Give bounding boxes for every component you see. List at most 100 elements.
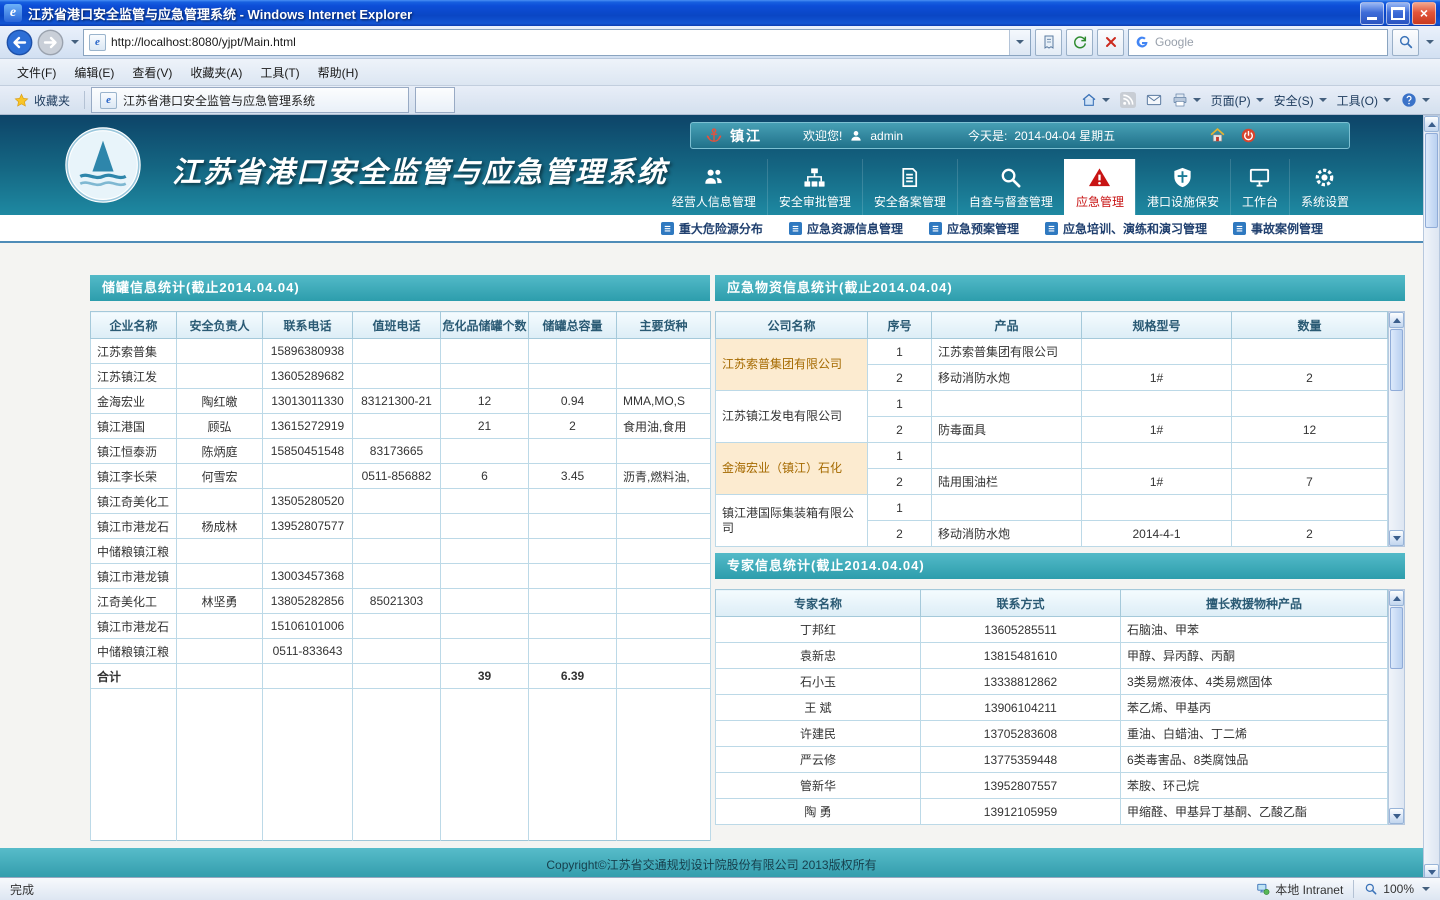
favorites-button[interactable]: 收藏夹 [6, 89, 78, 112]
table-row[interactable]: 金海宏业（镇江）石化1 [716, 443, 1388, 469]
zoom-control[interactable]: 100% [1364, 882, 1430, 896]
column-header: 主要货种 [617, 312, 711, 339]
subnav-item-1[interactable]: 应急资源信息管理 [789, 220, 903, 237]
home-shortcut-icon[interactable] [1209, 127, 1226, 144]
table-row[interactable]: 丁邦红13605285511石脑油、甲苯 [716, 617, 1388, 643]
nav-item-magnifier[interactable]: 自查与督查管理 [957, 159, 1064, 215]
close-button[interactable]: × [1412, 2, 1436, 25]
table-row[interactable]: 袁新忠13815481610甲醇、异丙醇、丙酮 [716, 643, 1388, 669]
scroll-thumb[interactable] [1425, 133, 1438, 228]
table-row[interactable]: 中储粮镇江粮 [91, 539, 711, 564]
tools-menu-button[interactable]: 工具(O) [1337, 92, 1391, 109]
menu-item-2[interactable]: 查看(V) [123, 60, 181, 85]
new-tab-stub[interactable] [415, 87, 455, 113]
table-row[interactable]: 镇江港国顾弘13615272919212食用油,食用 [91, 414, 711, 439]
url-field[interactable]: e http://localhost:8080/yjpt/Main.html [83, 29, 1031, 56]
scroll-down-button[interactable] [1389, 530, 1404, 546]
safety-menu-button[interactable]: 安全(S) [1274, 92, 1327, 109]
back-button[interactable] [6, 29, 33, 56]
forward-button[interactable] [37, 29, 64, 56]
page-scrollbar[interactable] [1423, 115, 1440, 877]
table-cell: 13952807557 [921, 773, 1121, 799]
empty-cell [263, 689, 353, 841]
window-title: 江苏省港口安全监管与应急管理系统 - Windows Internet Expl… [28, 4, 1358, 23]
page-menu-button[interactable]: 页面(P) [1211, 92, 1264, 109]
search-input[interactable]: Google [1128, 29, 1388, 56]
history-dropdown-icon[interactable] [71, 40, 79, 44]
nav-item-shield[interactable]: 港口设施保安 [1135, 159, 1230, 215]
home-button[interactable] [1081, 92, 1110, 108]
menu-item-0[interactable]: 文件(F) [8, 60, 65, 85]
table-cell [441, 639, 529, 664]
print-button[interactable] [1172, 92, 1201, 108]
feeds-button[interactable] [1120, 92, 1136, 108]
read-mail-button[interactable] [1146, 92, 1162, 108]
table-row[interactable]: 江苏索普集团有限公司1江苏索普集团有限公司 [716, 339, 1388, 365]
table-row[interactable]: 合计396.39 [91, 664, 711, 689]
nav-label: 系统设置 [1301, 193, 1349, 210]
refresh-button[interactable] [1066, 29, 1093, 56]
username: admin [870, 129, 903, 143]
table-row[interactable]: 镇江市港龙石杨成林13952807577 [91, 514, 711, 539]
nav-item-monitor[interactable]: 工作台 [1230, 159, 1289, 215]
table-row[interactable]: 严云修137753594486类毒害品、8类腐蚀品 [716, 747, 1388, 773]
menu-item-4[interactable]: 工具(T) [251, 60, 308, 85]
scroll-up-button[interactable] [1424, 116, 1439, 132]
table-cell: 1 [868, 339, 932, 365]
logout-power-icon[interactable] [1240, 127, 1257, 144]
table-row[interactable]: 江苏镇江发13605289682 [91, 364, 711, 389]
search-button[interactable] [1392, 29, 1419, 56]
table-row[interactable]: 金海宏业陶红皦1301301133083121300-21120.94MMA,M… [91, 389, 711, 414]
table-row[interactable]: 镇江奇美化工13505280520 [91, 489, 711, 514]
scroll-thumb[interactable] [1390, 607, 1403, 669]
table-cell: 3.45 [529, 464, 617, 489]
stop-button[interactable] [1097, 29, 1124, 56]
nav-item-warning[interactable]: 应急管理 [1064, 159, 1135, 215]
menu-item-1[interactable]: 编辑(E) [65, 60, 123, 85]
scroll-up-button[interactable] [1389, 590, 1404, 606]
scroll-down-button[interactable] [1389, 808, 1404, 824]
table-row[interactable]: 陶 勇13912105959甲缩醛、甲基异丁基酮、乙酸乙酯 [716, 799, 1388, 825]
compatibility-view-button[interactable] [1035, 29, 1062, 56]
table-row[interactable]: 王 斌13906104211苯乙烯、甲基丙 [716, 695, 1388, 721]
table-row[interactable]: 镇江港国际集装箱有限公司1 [716, 495, 1388, 521]
table-row[interactable]: 管新华13952807557苯胺、环己烷 [716, 773, 1388, 799]
column-header: 储罐总容量 [529, 312, 617, 339]
table-row[interactable]: 镇江市港龙镇13003457368 [91, 564, 711, 589]
nav-item-sitemap[interactable]: 安全审批管理 [767, 159, 862, 215]
nav-item-gear[interactable]: 系统设置 [1289, 159, 1360, 215]
table-row[interactable]: 石小玉133388128623类易燃液体、4类易燃固体 [716, 669, 1388, 695]
table-row[interactable]: 镇江恒泰沥陈炳庭1585045154883173665 [91, 439, 711, 464]
table-row[interactable]: 江奇美化工林坚勇1380528285685021303 [91, 589, 711, 614]
table-row[interactable]: 镇江李长荣何雪宏0511-85688263.45沥青,燃料油, [91, 464, 711, 489]
maximize-button[interactable] [1386, 2, 1410, 25]
table-row[interactable]: 江苏镇江发电有限公司1 [716, 391, 1388, 417]
table-row[interactable]: 中储粮镇江粮0511-833643 [91, 639, 711, 664]
table-cell [263, 464, 353, 489]
help-button[interactable] [1401, 92, 1430, 108]
table-row[interactable]: 镇江市港龙石15106101006 [91, 614, 711, 639]
scroll-up-button[interactable] [1389, 312, 1404, 328]
table-row[interactable]: 江苏索普集15896380938 [91, 339, 711, 364]
materials-scrollbar[interactable] [1388, 311, 1405, 547]
search-dropdown-icon[interactable] [1426, 40, 1434, 44]
emergency-materials-table: 公司名称序号产品规格型号数量 江苏索普集团有限公司1江苏索普集团有限公司2移动消… [715, 311, 1388, 547]
browser-tab[interactable]: e 江苏省港口安全监管与应急管理系统 [91, 87, 409, 113]
nav-item-users[interactable]: 经营人信息管理 [661, 159, 767, 215]
url-dropdown-button[interactable] [1009, 30, 1030, 55]
subnav-label: 应急预案管理 [947, 220, 1019, 237]
minimize-button[interactable] [1360, 2, 1384, 25]
table-cell: 13615272919 [263, 414, 353, 439]
menu-item-3[interactable]: 收藏夹(A) [181, 60, 251, 85]
subnav-item-0[interactable]: 重大危险源分布 [661, 220, 763, 237]
tank-statistics-table: 企业名称安全负责人联系电话值班电话危化品储罐个数储罐总容量主要货种 江苏索普集1… [90, 311, 711, 841]
subnav-item-3[interactable]: 应急培训、演练和演习管理 [1045, 220, 1207, 237]
nav-item-document[interactable]: 安全备案管理 [862, 159, 957, 215]
subnav-item-2[interactable]: 应急预案管理 [929, 220, 1019, 237]
subnav-item-4[interactable]: 事故案例管理 [1233, 220, 1323, 237]
menu-item-5[interactable]: 帮助(H) [309, 60, 368, 85]
scroll-down-button[interactable] [1424, 864, 1439, 877]
table-row[interactable]: 许建民13705283608重油、白蜡油、丁二烯 [716, 721, 1388, 747]
experts-scrollbar[interactable] [1388, 589, 1405, 825]
scroll-thumb[interactable] [1390, 329, 1403, 391]
